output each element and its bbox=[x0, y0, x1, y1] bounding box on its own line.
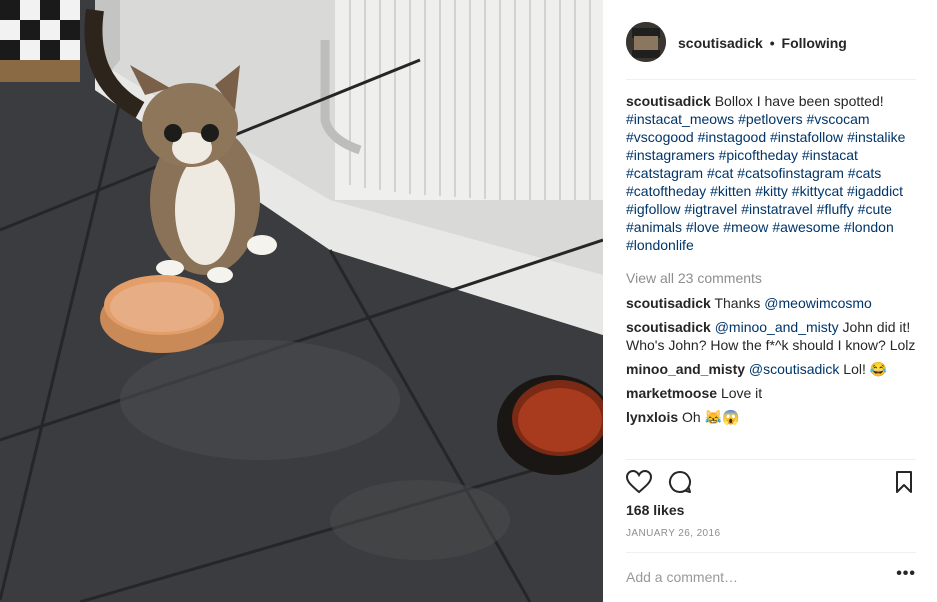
hashtag-link[interactable]: #instagood bbox=[698, 129, 767, 145]
post-photo[interactable] bbox=[0, 0, 603, 602]
hashtag-link[interactable]: #igtravel bbox=[684, 201, 737, 217]
comment-item: marketmoose Love it bbox=[626, 384, 916, 402]
hashtag-link[interactable]: #igaddict bbox=[847, 183, 903, 199]
hashtag-link[interactable]: #instalike bbox=[847, 129, 905, 145]
caption-username[interactable]: scoutisadick bbox=[626, 93, 711, 109]
comment-text: Oh 😹😱 bbox=[682, 409, 740, 425]
caption: scoutisadick Bollox I have been spotted!… bbox=[626, 92, 916, 254]
post-date: JANUARY 26, 2016 bbox=[626, 528, 721, 539]
hashtag-link[interactable]: #cat bbox=[707, 165, 733, 181]
hashtag-link[interactable]: #cute bbox=[858, 201, 892, 217]
comment-mention[interactable]: @scoutisadick bbox=[749, 361, 839, 377]
heart-icon[interactable] bbox=[626, 470, 652, 494]
comments-list: scoutisadick Bollox I have been spotted!… bbox=[626, 92, 916, 432]
header-username[interactable]: scoutisadick bbox=[678, 35, 763, 51]
caption-hashtags: #instacat_meows #petlovers #vscocam #vsc… bbox=[626, 111, 905, 253]
hashtag-link[interactable]: #catsofinstagram bbox=[737, 165, 844, 181]
likes-count[interactable]: 168 likes bbox=[626, 502, 684, 518]
comment-icon[interactable] bbox=[668, 470, 692, 494]
hashtag-link[interactable]: #vscogood bbox=[626, 129, 694, 145]
kitten-photo-illustration bbox=[0, 0, 603, 602]
comment-mention[interactable]: @meowimcosmo bbox=[764, 295, 872, 311]
hashtag-link[interactable]: #london bbox=[844, 219, 894, 235]
hashtag-link[interactable]: #kitten bbox=[710, 183, 751, 199]
hashtag-link[interactable]: #igfollow bbox=[626, 201, 680, 217]
hashtag-link[interactable]: #petlovers bbox=[738, 111, 803, 127]
hashtag-link[interactable]: #meow bbox=[723, 219, 768, 235]
hashtag-link[interactable]: #love bbox=[686, 219, 719, 235]
comment-item: scoutisadick @minoo_and_misty John did i… bbox=[626, 318, 916, 354]
hashtag-link[interactable]: #instagramers bbox=[626, 147, 715, 163]
comment-username[interactable]: scoutisadick bbox=[626, 295, 711, 311]
comment-username[interactable]: lynxlois bbox=[626, 409, 678, 425]
hashtag-link[interactable]: #catstagram bbox=[626, 165, 703, 181]
caption-text: Bollox I have been spotted! bbox=[714, 93, 884, 109]
header-separator: • bbox=[769, 35, 775, 51]
comment-username[interactable]: minoo_and_misty bbox=[626, 361, 745, 377]
hashtag-link[interactable]: #cats bbox=[848, 165, 881, 181]
bookmark-icon[interactable] bbox=[895, 471, 913, 493]
comment-text: Thanks bbox=[714, 295, 765, 311]
hashtag-link[interactable]: #awesome bbox=[772, 219, 840, 235]
hashtag-link[interactable]: #londonlife bbox=[626, 237, 694, 253]
instagram-post: scoutisadick • Following scoutisadick Bo… bbox=[0, 0, 937, 602]
comment-item: scoutisadick Thanks @meowimcosmo bbox=[626, 294, 916, 312]
comment-text: Love it bbox=[720, 385, 763, 401]
comment-item: minoo_and_misty @scoutisadick Lol! 😂 bbox=[626, 360, 916, 378]
hashtag-link[interactable]: #animals bbox=[626, 219, 682, 235]
hashtag-link[interactable]: #fluffy bbox=[817, 201, 854, 217]
header-text: scoutisadick • Following bbox=[678, 35, 847, 51]
more-icon[interactable]: ••• bbox=[896, 565, 916, 583]
comment-item: lynxlois Oh 😹😱 bbox=[626, 408, 916, 426]
hashtag-link[interactable]: #kittycat bbox=[792, 183, 843, 199]
hashtag-link[interactable]: #catoftheday bbox=[626, 183, 706, 199]
orange-bowl bbox=[100, 275, 224, 353]
comment-username[interactable]: scoutisadick bbox=[626, 319, 711, 335]
view-all-comments-link[interactable]: View all 23 comments bbox=[626, 269, 916, 287]
action-bar bbox=[626, 459, 916, 499]
hashtag-link[interactable]: #instacat_meows bbox=[626, 111, 734, 127]
add-comment-input[interactable]: Add a comment… bbox=[626, 569, 738, 585]
comment-mention[interactable]: @minoo_and_misty bbox=[715, 319, 839, 335]
follow-status-button[interactable]: Following bbox=[782, 35, 847, 51]
post-sidebar: scoutisadick • Following scoutisadick Bo… bbox=[603, 0, 937, 602]
add-comment-bar: Add a comment… ••• bbox=[626, 552, 916, 602]
hashtag-link[interactable]: #instatravel bbox=[741, 201, 813, 217]
avatar-image bbox=[626, 22, 666, 62]
hashtag-link[interactable]: #picoftheday bbox=[719, 147, 798, 163]
comment-username[interactable]: marketmoose bbox=[626, 385, 717, 401]
hashtag-link[interactable]: #kitty bbox=[755, 183, 788, 199]
hashtag-link[interactable]: #vscocam bbox=[807, 111, 870, 127]
post-header: scoutisadick • Following bbox=[626, 22, 916, 80]
hashtag-link[interactable]: #instafollow bbox=[770, 129, 843, 145]
avatar[interactable] bbox=[626, 22, 666, 62]
comment-text: Lol! 😂 bbox=[839, 361, 888, 377]
hashtag-link[interactable]: #instacat bbox=[802, 147, 858, 163]
